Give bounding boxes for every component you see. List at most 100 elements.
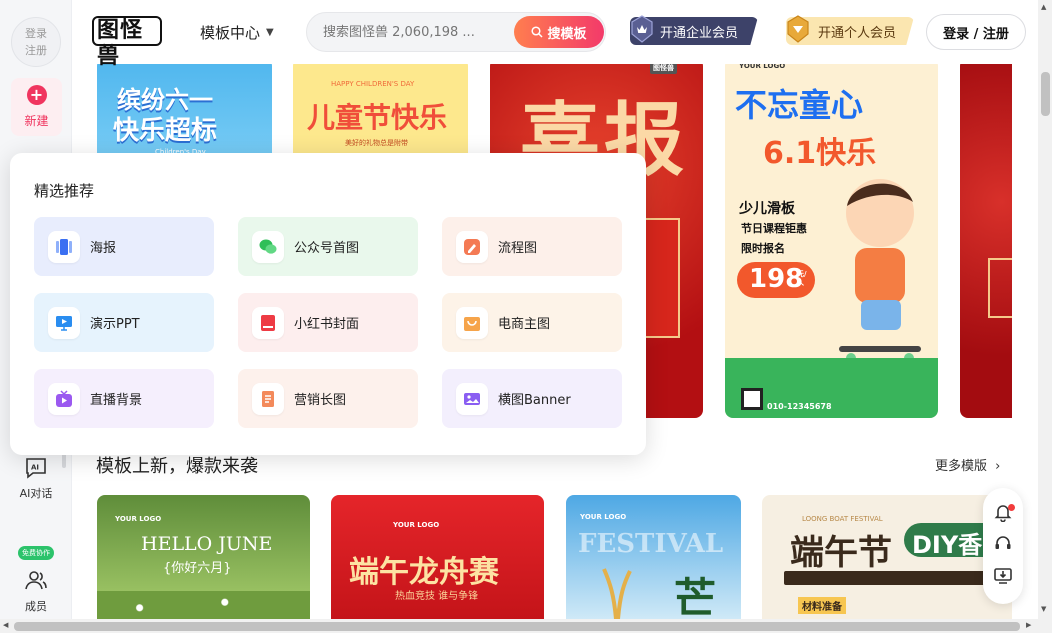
horizontal-scroll-thumb[interactable]	[14, 622, 1020, 631]
members-icon	[25, 571, 47, 590]
svg-text:AI: AI	[31, 464, 39, 472]
floating-toolbar	[983, 488, 1023, 604]
new-design-label: 新建	[24, 114, 49, 128]
card4-title-a: 不忘童心	[735, 86, 864, 124]
card2-top-text: HAPPY CHILDREN'S DAY	[331, 80, 415, 88]
card4-price: 198	[749, 264, 804, 294]
template-card-hello-june[interactable]: YOUR LOGO HELLO JUNE {你好六月}	[97, 495, 310, 619]
b2-subtitle: 热血竞技 谁与争锋	[395, 591, 479, 602]
sidebar-item-members[interactable]: 成员	[0, 570, 72, 614]
b4-subtitle: 材料准备	[798, 597, 846, 614]
scroll-right-arrow-icon[interactable]: ▶	[1026, 621, 1031, 629]
b1-subtitle: {你好六月}	[163, 561, 232, 576]
site-logo[interactable]: 图怪兽	[92, 16, 162, 69]
template-card-good-news-2[interactable]	[960, 58, 1012, 418]
card4-phone: 010-12345678	[767, 402, 832, 411]
template-card-childrens-skateboard[interactable]: YOUR LOGO 不忘童心 6.1快乐 少儿滑板 节日课程钜惠 限时报名 19…	[725, 58, 938, 418]
search-button[interactable]: 搜模板	[514, 16, 604, 48]
wechat-icon	[252, 230, 284, 263]
vertical-scroll-thumb[interactable]	[1041, 72, 1050, 116]
customer-service-icon[interactable]	[993, 534, 1013, 554]
card4-line2: 节日课程钜惠	[741, 222, 807, 235]
new-design-button[interactable]: + 新建	[11, 78, 62, 136]
scroll-up-arrow-icon[interactable]: ▲	[1041, 3, 1046, 11]
notification-dot	[1008, 504, 1015, 511]
template-card-dragon-boat-race[interactable]: YOUR LOGO 端午龙舟赛 热血竞技 谁与争锋	[331, 495, 544, 619]
nav-template-center-label: 模板中心	[200, 24, 261, 42]
search-button-label: 搜模板	[547, 25, 587, 41]
card2-title: 儿童节快乐	[307, 101, 448, 134]
vertical-scrollbar[interactable]: ▲ ▼	[1038, 0, 1052, 619]
popup-item-poster[interactable]: 海报	[34, 217, 214, 276]
ppt-icon	[48, 306, 80, 339]
poster-icon	[48, 230, 80, 263]
popup-item-live-bg[interactable]: 直播背景	[34, 369, 214, 428]
card3-banner	[640, 218, 680, 338]
scroll-left-arrow-icon[interactable]: ◀	[3, 621, 8, 629]
card1-title-b: 快乐超标	[113, 116, 218, 146]
featured-recommendations-popup: 精选推荐 海报 公众号首图 流程图 演示PPT 小红书封面 电商主图 直播背景 …	[10, 153, 646, 455]
popup-item-label: 海报	[90, 241, 117, 256]
b1-logo: YOUR LOGO	[115, 515, 162, 523]
b4-diy-text: DIY香	[912, 531, 983, 559]
b4-title: 端午节	[790, 533, 892, 573]
more-templates-label: 更多模版	[935, 459, 988, 474]
ai-chat-icon: AI	[26, 458, 46, 479]
card4-qr-code	[741, 388, 763, 410]
banner-icon	[456, 382, 488, 415]
enterprise-vip-label: 开通企业会员	[660, 25, 739, 41]
chevron-right-icon: ›	[995, 459, 1001, 474]
b3-logo: YOUR LOGO	[580, 513, 627, 521]
popup-item-label: 演示PPT	[90, 317, 140, 332]
wheat-illustration	[602, 568, 632, 619]
b2-logo: YOUR LOGO	[393, 521, 440, 529]
popup-item-flowchart[interactable]: 流程图	[442, 217, 622, 276]
nav-template-center[interactable]: 模板中心 ▼	[200, 22, 274, 43]
card4-title-b: 6.1快乐	[763, 136, 877, 171]
popup-item-label: 公众号首图	[294, 241, 360, 256]
shop-icon	[456, 306, 488, 339]
b3-title: FESTIVAL	[578, 529, 724, 559]
sidebar-login-label: 登录 注册	[25, 27, 47, 57]
b1-flowers	[97, 591, 310, 619]
desktop-download-icon[interactable]	[993, 566, 1013, 586]
live-icon	[48, 382, 80, 415]
popup-item-label: 小红书封面	[294, 317, 360, 332]
personal-diamond-icon	[787, 15, 809, 43]
card5-banner	[988, 258, 1012, 318]
b4-top-text: LOONG BOAT FESTIVAL	[802, 515, 883, 523]
more-templates-link[interactable]: 更多模版 ›	[935, 455, 1000, 474]
popup-item-banner[interactable]: 横图Banner	[442, 369, 622, 428]
template-card-festival-grain[interactable]: YOUR LOGO FESTIVAL 芒	[566, 495, 741, 619]
top-header: 图怪兽 模板中心 ▼ 搜模板 开通企业会员 开通个人会员 登录 / 注册	[72, 0, 1038, 69]
free-collab-badge: 免费协作	[18, 546, 54, 560]
popup-item-xiaohongshu[interactable]: 小红书封面	[238, 293, 418, 352]
chevron-down-icon: ▼	[266, 27, 274, 38]
popup-item-wechat-cover[interactable]: 公众号首图	[238, 217, 418, 276]
b1-title: HELLO JUNE	[141, 533, 273, 555]
card2-subtitle: 美好的礼物总是附带	[345, 139, 408, 147]
scroll-down-arrow-icon[interactable]: ▼	[1041, 605, 1046, 613]
popup-item-label: 流程图	[498, 241, 538, 256]
login-register-button[interactable]: 登录 / 注册	[926, 14, 1026, 50]
login-register-label: 登录 / 注册	[943, 26, 1009, 42]
enterprise-crown-icon	[631, 15, 653, 43]
b4-ribbon	[784, 571, 1012, 585]
search-input[interactable]	[323, 13, 493, 51]
popup-item-label: 横图Banner	[498, 393, 571, 408]
horizontal-scrollbar[interactable]: ◀ ▶	[0, 619, 1052, 633]
sidebar-login-button[interactable]: 登录 注册	[11, 17, 61, 67]
flowchart-icon	[456, 230, 488, 263]
site-logo-text: 图怪兽	[92, 16, 162, 69]
search-icon	[531, 26, 544, 38]
xiaohongshu-icon	[252, 306, 284, 339]
members-label: 成员	[25, 600, 47, 613]
popup-item-ppt[interactable]: 演示PPT	[34, 293, 214, 352]
search-bar: 搜模板	[306, 12, 606, 52]
popup-item-label: 营销长图	[294, 393, 347, 408]
template-card-dragon-boat-diy[interactable]: LOONG BOAT FESTIVAL 端午节 DIY香 材料准备	[762, 495, 1012, 619]
popup-item-marketing-long[interactable]: 营销长图	[238, 369, 418, 428]
popup-item-ecommerce[interactable]: 电商主图	[442, 293, 622, 352]
b2-title: 端午龙舟赛	[349, 555, 499, 590]
card4-line1: 少儿滑板	[739, 201, 795, 217]
